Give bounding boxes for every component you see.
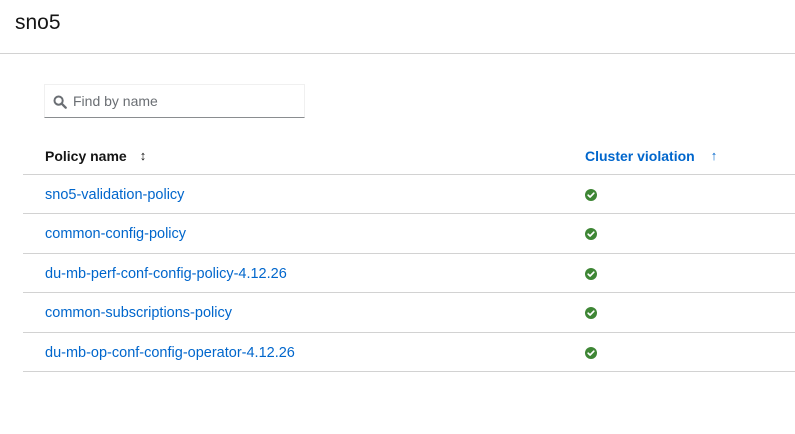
search-input[interactable] bbox=[73, 85, 301, 117]
column-header-cluster-violation-label: Cluster violation bbox=[585, 148, 695, 164]
check-circle-icon bbox=[585, 267, 597, 280]
policy-link[interactable]: sno5-validation-policy bbox=[45, 186, 184, 204]
table-row: du-mb-op-conf-config-operator-4.12.26 bbox=[23, 333, 795, 372]
table-row: du-mb-perf-conf-config-policy-4.12.26 bbox=[23, 254, 795, 294]
sort-ascending-icon[interactable]: ↑ bbox=[711, 147, 718, 165]
table-row: common-config-policy bbox=[23, 214, 795, 254]
table-header-row: Policy name ↕ Cluster violation ↑ bbox=[23, 136, 795, 175]
check-circle-icon bbox=[585, 307, 597, 320]
policy-link[interactable]: common-subscriptions-policy bbox=[45, 304, 232, 322]
check-circle-icon bbox=[585, 346, 597, 359]
column-header-policy-name[interactable]: Policy name ↕ bbox=[45, 147, 146, 165]
policy-link[interactable]: du-mb-perf-conf-config-policy-4.12.26 bbox=[45, 265, 287, 283]
policies-table: Policy name ↕ Cluster violation ↑ sno5-v… bbox=[23, 136, 795, 372]
table-row: common-subscriptions-policy bbox=[23, 293, 795, 333]
page-title: sno5 bbox=[15, 11, 61, 34]
search-box[interactable] bbox=[44, 84, 305, 118]
table-row: sno5-validation-policy bbox=[23, 175, 795, 215]
column-header-cluster-violation[interactable]: Cluster violation ↑ bbox=[585, 147, 717, 165]
policy-link[interactable]: common-config-policy bbox=[45, 225, 186, 243]
check-circle-icon bbox=[585, 228, 597, 241]
page-header: sno5 bbox=[0, 0, 795, 54]
column-header-policy-name-label: Policy name bbox=[45, 148, 127, 164]
sort-both-icon[interactable]: ↕ bbox=[140, 147, 147, 165]
check-circle-icon bbox=[585, 189, 597, 201]
policy-link[interactable]: du-mb-op-conf-config-operator-4.12.26 bbox=[45, 344, 295, 362]
search-icon bbox=[53, 95, 67, 109]
